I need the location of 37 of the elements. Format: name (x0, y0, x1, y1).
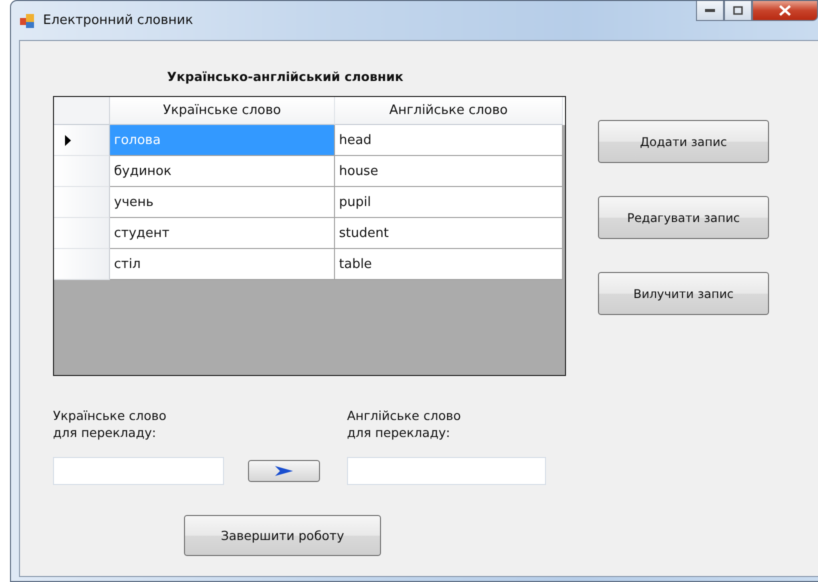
minimize-icon (705, 9, 715, 12)
table-cell[interactable]: student (335, 218, 563, 249)
table-cell[interactable]: будинок (110, 156, 335, 187)
table-cell[interactable]: стіл (110, 249, 335, 280)
input-field[interactable] (347, 457, 546, 485)
translate-button[interactable] (248, 460, 320, 482)
action-button[interactable]: Вилучити запис (598, 272, 769, 315)
close-button[interactable] (752, 1, 818, 21)
grid-corner[interactable] (54, 97, 110, 125)
row-header[interactable] (54, 125, 110, 156)
table-cell[interactable]: house (335, 156, 563, 187)
finish-button[interactable]: Завершити роботу (184, 515, 381, 556)
column-header[interactable]: Українське слово (110, 97, 335, 125)
arrow-icon (275, 466, 293, 476)
input-field[interactable] (53, 457, 224, 485)
row-header[interactable] (54, 218, 110, 249)
action-button[interactable]: Додати запис (598, 120, 769, 163)
table-cell[interactable]: head (335, 125, 563, 156)
close-icon (779, 5, 791, 16)
row-header[interactable] (54, 249, 110, 280)
action-button[interactable]: Редагувати запис (598, 196, 769, 239)
current-row-icon (65, 134, 71, 146)
table-cell[interactable]: pupil (335, 187, 563, 218)
field-label: Англійське слово для перекладу: (347, 407, 462, 441)
maximize-button[interactable] (724, 1, 752, 21)
app-icon (19, 12, 35, 28)
table-cell[interactable]: учень (110, 187, 335, 218)
table-cell[interactable]: студент (110, 218, 335, 249)
row-header[interactable] (54, 187, 110, 218)
field-label: Українське слово для перекладу: (53, 407, 168, 441)
minimize-button[interactable] (696, 1, 724, 21)
maximize-icon (733, 6, 743, 15)
column-header[interactable]: Англійське слово (335, 97, 563, 125)
window-title: Електронний словник (43, 13, 194, 28)
table-cell[interactable]: table (335, 249, 563, 280)
grid-title: Українсько-англійський словник (167, 68, 404, 86)
row-header[interactable] (54, 156, 110, 187)
